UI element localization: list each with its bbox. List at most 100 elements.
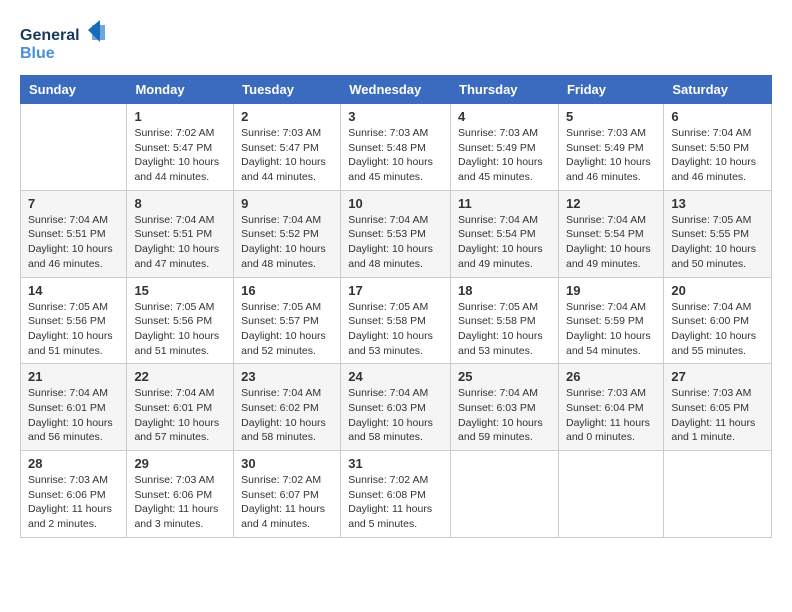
day-info: Sunrise: 7:05 AM Sunset: 5:55 PM Dayligh… bbox=[671, 213, 764, 272]
day-number: 26 bbox=[566, 369, 656, 384]
day-number: 6 bbox=[671, 109, 764, 124]
calendar-cell: 8Sunrise: 7:04 AM Sunset: 5:51 PM Daylig… bbox=[127, 190, 234, 277]
day-number: 23 bbox=[241, 369, 333, 384]
day-info: Sunrise: 7:03 AM Sunset: 5:47 PM Dayligh… bbox=[241, 126, 333, 185]
day-info: Sunrise: 7:03 AM Sunset: 5:48 PM Dayligh… bbox=[348, 126, 443, 185]
day-info: Sunrise: 7:04 AM Sunset: 5:51 PM Dayligh… bbox=[28, 213, 119, 272]
day-number: 17 bbox=[348, 283, 443, 298]
day-number: 31 bbox=[348, 456, 443, 471]
day-number: 3 bbox=[348, 109, 443, 124]
svg-text:Blue: Blue bbox=[20, 45, 55, 62]
day-number: 15 bbox=[134, 283, 226, 298]
day-info: Sunrise: 7:04 AM Sunset: 5:51 PM Dayligh… bbox=[134, 213, 226, 272]
calendar-cell bbox=[451, 451, 559, 538]
day-number: 22 bbox=[134, 369, 226, 384]
calendar-cell bbox=[558, 451, 663, 538]
day-info: Sunrise: 7:04 AM Sunset: 5:59 PM Dayligh… bbox=[566, 300, 656, 359]
calendar-cell: 10 Sunrise: 7:04 AM Sunset: 5:53 PM Dayli… bbox=[341, 190, 451, 277]
column-header-sunday: Sunday bbox=[21, 76, 127, 104]
column-header-thursday: Thursday bbox=[451, 76, 559, 104]
calendar-table: SundayMondayTuesdayWednesdayThursdayFrid… bbox=[20, 75, 772, 538]
column-header-monday: Monday bbox=[127, 76, 234, 104]
calendar-cell: 21 Sunrise: 7:04 AM Sunset: 6:01 PM Dayli… bbox=[21, 364, 127, 451]
calendar-cell: 20 Sunrise: 7:04 AM Sunset: 6:00 PM Dayli… bbox=[664, 277, 772, 364]
calendar-cell: 31Sunrise: 7:02 AM Sunset: 6:08 PM Dayli… bbox=[341, 451, 451, 538]
calendar-cell: 24Sunrise: 7:04 AM Sunset: 6:03 PM Dayli… bbox=[341, 364, 451, 451]
calendar-cell: 9 Sunrise: 7:04 AM Sunset: 5:52 PM Daylig… bbox=[234, 190, 341, 277]
week-row-1: 1Sunrise: 7:02 AM Sunset: 5:47 PM Daylig… bbox=[21, 104, 772, 191]
day-info: Sunrise: 7:03 AM Sunset: 6:04 PM Dayligh… bbox=[566, 386, 656, 445]
day-number: 5 bbox=[566, 109, 656, 124]
calendar-cell: 26 Sunrise: 7:03 AM Sunset: 6:04 PM Dayli… bbox=[558, 364, 663, 451]
calendar-cell: 18 Sunrise: 7:05 AM Sunset: 5:58 PM Dayli… bbox=[451, 277, 559, 364]
day-info: Sunrise: 7:04 AM Sunset: 6:03 PM Dayligh… bbox=[458, 386, 551, 445]
day-info: Sunrise: 7:03 AM Sunset: 6:06 PM Dayligh… bbox=[28, 473, 119, 532]
day-number: 16 bbox=[241, 283, 333, 298]
calendar-cell: 19 Sunrise: 7:04 AM Sunset: 5:59 PM Dayli… bbox=[558, 277, 663, 364]
day-info: Sunrise: 7:05 AM Sunset: 5:57 PM Dayligh… bbox=[241, 300, 333, 359]
day-number: 24 bbox=[348, 369, 443, 384]
calendar-cell: 17 Sunrise: 7:05 AM Sunset: 5:58 PM Dayli… bbox=[341, 277, 451, 364]
calendar-cell: 30 Sunrise: 7:02 AM Sunset: 6:07 PM Dayli… bbox=[234, 451, 341, 538]
day-info: Sunrise: 7:03 AM Sunset: 5:49 PM Dayligh… bbox=[566, 126, 656, 185]
calendar-cell: 3 Sunrise: 7:03 AM Sunset: 5:48 PM Daylig… bbox=[341, 104, 451, 191]
header-row: SundayMondayTuesdayWednesdayThursdayFrid… bbox=[21, 76, 772, 104]
week-row-5: 28 Sunrise: 7:03 AM Sunset: 6:06 PM Dayli… bbox=[21, 451, 772, 538]
day-number: 12 bbox=[566, 196, 656, 211]
day-info: Sunrise: 7:04 AM Sunset: 5:54 PM Dayligh… bbox=[458, 213, 551, 272]
day-info: Sunrise: 7:04 AM Sunset: 5:53 PM Dayligh… bbox=[348, 213, 443, 272]
day-number: 25 bbox=[458, 369, 551, 384]
day-info: Sunrise: 7:03 AM Sunset: 6:05 PM Dayligh… bbox=[671, 386, 764, 445]
day-number: 9 bbox=[241, 196, 333, 211]
week-row-2: 7 Sunrise: 7:04 AM Sunset: 5:51 PM Daylig… bbox=[21, 190, 772, 277]
day-info: Sunrise: 7:05 AM Sunset: 5:58 PM Dayligh… bbox=[458, 300, 551, 359]
day-number: 19 bbox=[566, 283, 656, 298]
day-number: 21 bbox=[28, 369, 119, 384]
day-info: Sunrise: 7:02 AM Sunset: 6:07 PM Dayligh… bbox=[241, 473, 333, 532]
page-header: General Blue bbox=[20, 20, 772, 65]
calendar-cell: 16 Sunrise: 7:05 AM Sunset: 5:57 PM Dayli… bbox=[234, 277, 341, 364]
day-number: 28 bbox=[28, 456, 119, 471]
calendar-cell: 1Sunrise: 7:02 AM Sunset: 5:47 PM Daylig… bbox=[127, 104, 234, 191]
calendar-cell: 25 Sunrise: 7:04 AM Sunset: 6:03 PM Dayli… bbox=[451, 364, 559, 451]
calendar-cell: 5 Sunrise: 7:03 AM Sunset: 5:49 PM Daylig… bbox=[558, 104, 663, 191]
day-number: 14 bbox=[28, 283, 119, 298]
column-header-wednesday: Wednesday bbox=[341, 76, 451, 104]
day-number: 7 bbox=[28, 196, 119, 211]
day-info: Sunrise: 7:03 AM Sunset: 5:49 PM Dayligh… bbox=[458, 126, 551, 185]
column-header-tuesday: Tuesday bbox=[234, 76, 341, 104]
calendar-cell: 14 Sunrise: 7:05 AM Sunset: 5:56 PM Dayli… bbox=[21, 277, 127, 364]
day-number: 27 bbox=[671, 369, 764, 384]
day-info: Sunrise: 7:04 AM Sunset: 5:54 PM Dayligh… bbox=[566, 213, 656, 272]
calendar-cell: 23Sunrise: 7:04 AM Sunset: 6:02 PM Dayli… bbox=[234, 364, 341, 451]
calendar-cell: 29Sunrise: 7:03 AM Sunset: 6:06 PM Dayli… bbox=[127, 451, 234, 538]
svg-text:General: General bbox=[20, 27, 80, 44]
calendar-cell: 27 Sunrise: 7:03 AM Sunset: 6:05 PM Dayli… bbox=[664, 364, 772, 451]
day-number: 11 bbox=[458, 196, 551, 211]
day-info: Sunrise: 7:04 AM Sunset: 6:01 PM Dayligh… bbox=[134, 386, 226, 445]
day-info: Sunrise: 7:05 AM Sunset: 5:56 PM Dayligh… bbox=[134, 300, 226, 359]
day-number: 20 bbox=[671, 283, 764, 298]
calendar-cell bbox=[664, 451, 772, 538]
calendar-cell: 2Sunrise: 7:03 AM Sunset: 5:47 PM Daylig… bbox=[234, 104, 341, 191]
day-info: Sunrise: 7:03 AM Sunset: 6:06 PM Dayligh… bbox=[134, 473, 226, 532]
day-info: Sunrise: 7:04 AM Sunset: 6:01 PM Dayligh… bbox=[28, 386, 119, 445]
day-info: Sunrise: 7:04 AM Sunset: 6:00 PM Dayligh… bbox=[671, 300, 764, 359]
day-number: 13 bbox=[671, 196, 764, 211]
day-number: 4 bbox=[458, 109, 551, 124]
calendar-cell: 11 Sunrise: 7:04 AM Sunset: 5:54 PM Dayli… bbox=[451, 190, 559, 277]
logo: General Blue bbox=[20, 20, 110, 65]
day-info: Sunrise: 7:05 AM Sunset: 5:58 PM Dayligh… bbox=[348, 300, 443, 359]
calendar-cell: 6 Sunrise: 7:04 AM Sunset: 5:50 PM Daylig… bbox=[664, 104, 772, 191]
calendar-cell: 28 Sunrise: 7:03 AM Sunset: 6:06 PM Dayli… bbox=[21, 451, 127, 538]
day-number: 10 bbox=[348, 196, 443, 211]
calendar-cell: 22 Sunrise: 7:04 AM Sunset: 6:01 PM Dayli… bbox=[127, 364, 234, 451]
calendar-cell: 4 Sunrise: 7:03 AM Sunset: 5:49 PM Daylig… bbox=[451, 104, 559, 191]
day-info: Sunrise: 7:05 AM Sunset: 5:56 PM Dayligh… bbox=[28, 300, 119, 359]
calendar-cell: 13 Sunrise: 7:05 AM Sunset: 5:55 PM Dayli… bbox=[664, 190, 772, 277]
calendar-cell: 12 Sunrise: 7:04 AM Sunset: 5:54 PM Dayli… bbox=[558, 190, 663, 277]
day-info: Sunrise: 7:04 AM Sunset: 5:50 PM Dayligh… bbox=[671, 126, 764, 185]
day-info: Sunrise: 7:04 AM Sunset: 5:52 PM Dayligh… bbox=[241, 213, 333, 272]
day-number: 18 bbox=[458, 283, 551, 298]
day-number: 30 bbox=[241, 456, 333, 471]
